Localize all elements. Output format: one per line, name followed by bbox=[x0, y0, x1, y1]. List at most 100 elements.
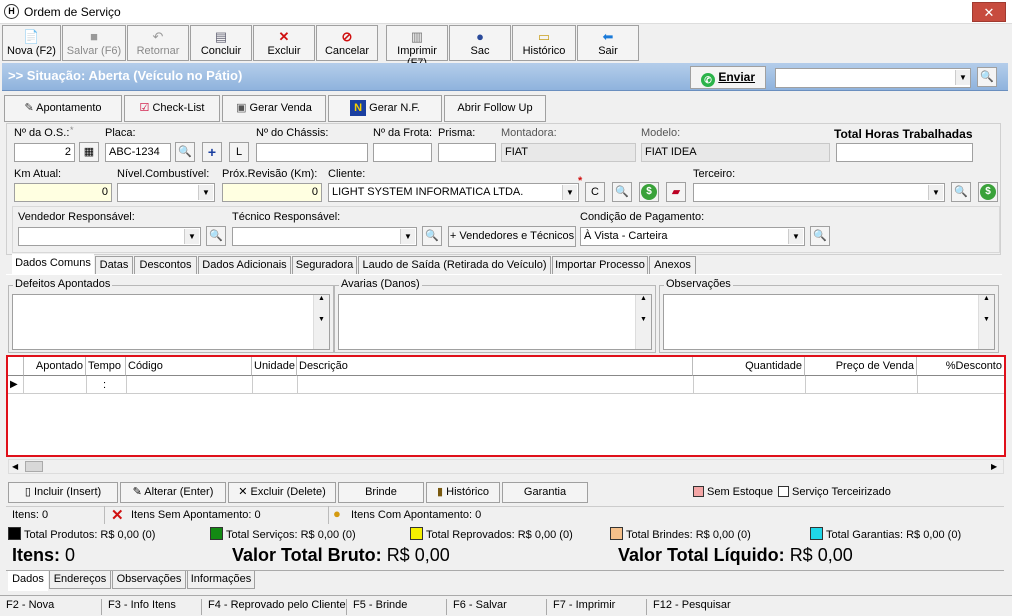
fkey-f6[interactable]: F6 - Salvar bbox=[447, 599, 547, 615]
modelo-label: Modelo: bbox=[641, 127, 681, 139]
col-tempo[interactable]: Tempo bbox=[86, 357, 126, 376]
add-plate-button[interactable]: + bbox=[202, 142, 222, 162]
nova-button[interactable]: 📄 Nova (F2) bbox=[2, 25, 61, 61]
search-icon[interactable]: 🔍 bbox=[810, 226, 830, 246]
col-preco-venda[interactable]: Preço de Venda bbox=[805, 357, 917, 376]
cell-tempo[interactable]: : bbox=[103, 379, 106, 391]
search-icon[interactable]: 🔍 bbox=[951, 182, 971, 202]
horizontal-scrollbar[interactable]: ◀ ▶ bbox=[8, 459, 1004, 474]
historico-button[interactable]: ▭ Histórico bbox=[512, 25, 576, 61]
brinde-button[interactable]: Brinde bbox=[338, 482, 424, 503]
money-icon[interactable]: $ bbox=[978, 182, 998, 202]
calendar-icon[interactable]: ▦ bbox=[79, 142, 99, 162]
tecnico-select[interactable] bbox=[232, 227, 417, 246]
search-icon[interactable]: 🔍 bbox=[977, 67, 997, 87]
scroll-left-icon[interactable]: ◀ bbox=[12, 462, 18, 471]
close-window-button[interactable]: ✕ bbox=[972, 2, 1006, 22]
car-icon[interactable]: ▰ bbox=[666, 182, 686, 202]
col-desconto[interactable]: %Desconto bbox=[917, 357, 1004, 376]
tab-importar-processo[interactable]: Importar Processo bbox=[552, 256, 648, 274]
c-button[interactable]: C bbox=[585, 182, 605, 202]
incluir-button[interactable]: ▯ Incluir (Insert) bbox=[8, 482, 118, 503]
cancel-icon: ⊘ bbox=[341, 29, 353, 44]
summary-itens-label: Itens: bbox=[12, 545, 61, 565]
salvar-button[interactable]: ■ Salvar (F6) bbox=[62, 25, 126, 61]
gerar-venda-button[interactable]: ▣ Gerar Venda bbox=[222, 95, 326, 122]
items-grid[interactable]: Apontado Tempo Código Unidade Descrição … bbox=[6, 355, 1006, 457]
prisma-field[interactable] bbox=[438, 143, 496, 162]
avarias-memo[interactable]: ▲ ▼ bbox=[338, 294, 652, 350]
send-target-select[interactable] bbox=[775, 68, 971, 88]
tab-datas[interactable]: Datas bbox=[95, 256, 133, 274]
fkey-f12[interactable]: F12 - Pesquisar bbox=[647, 599, 757, 615]
fkey-f5[interactable]: F5 - Brinde bbox=[347, 599, 447, 615]
fkey-f2[interactable]: F2 - Nova bbox=[0, 599, 102, 615]
tab-dados-comuns[interactable]: Dados Comuns bbox=[12, 254, 94, 275]
chassis-field[interactable] bbox=[256, 143, 368, 162]
search-icon[interactable]: 🔍 bbox=[612, 182, 632, 202]
terceiro-select[interactable] bbox=[693, 183, 945, 202]
alterar-button[interactable]: ✎ Alterar (Enter) bbox=[120, 482, 226, 503]
tab-informacoes[interactable]: Informações bbox=[187, 571, 255, 589]
scroll-thumb[interactable] bbox=[25, 461, 43, 472]
support-person-icon: ● bbox=[476, 29, 484, 44]
concluir-button[interactable]: ▤ Concluir bbox=[190, 25, 252, 61]
gerar-nf-button[interactable]: N Gerar N.F. bbox=[328, 95, 442, 122]
tab-anexos[interactable]: Anexos bbox=[649, 256, 696, 274]
search-icon[interactable]: 🔍 bbox=[175, 142, 195, 162]
fkey-f4[interactable]: F4 - Reprovado pelo Cliente bbox=[202, 599, 347, 615]
l-button[interactable]: L bbox=[229, 142, 249, 162]
col-codigo[interactable]: Código bbox=[126, 357, 252, 376]
col-apontado[interactable]: Apontado bbox=[24, 357, 86, 376]
fkey-f7[interactable]: F7 - Imprimir bbox=[547, 599, 647, 615]
search-icon[interactable]: 🔍 bbox=[422, 226, 442, 246]
search-icon[interactable]: 🔍 bbox=[206, 226, 226, 246]
sair-button[interactable]: ⬅ Sair bbox=[577, 25, 639, 61]
garantia-button[interactable]: Garantia bbox=[502, 482, 588, 503]
scrollbar[interactable]: ▲ ▼ bbox=[635, 295, 651, 349]
tab-seguradora[interactable]: Seguradora bbox=[292, 256, 357, 274]
condicao-select[interactable]: À Vista - Carteira bbox=[580, 227, 805, 246]
imprimir-button[interactable]: ▥ Imprimir (F7) bbox=[386, 25, 448, 69]
montadora-label: Montadora: bbox=[501, 127, 557, 139]
observacoes-memo[interactable]: ▲ ▼ bbox=[663, 294, 995, 350]
cancelar-button[interactable]: ⊘ Cancelar bbox=[316, 25, 378, 61]
km-field[interactable]: 0 bbox=[14, 183, 112, 202]
total-garantias-label: Total Garantias: R$ 0,00 (0) bbox=[826, 529, 962, 541]
cliente-select[interactable]: LIGHT SYSTEM INFORMATICA LTDA. bbox=[328, 183, 579, 202]
tab-dados[interactable]: Dados bbox=[8, 571, 48, 591]
col-descricao[interactable]: Descrição bbox=[297, 357, 693, 376]
scrollbar[interactable]: ▲ ▼ bbox=[978, 295, 994, 349]
excluir-button[interactable]: ✕ Excluir bbox=[253, 25, 315, 61]
excluir-item-button[interactable]: ✕ Excluir (Delete) bbox=[228, 482, 336, 503]
enviar-button[interactable]: ✆ Enviar bbox=[690, 66, 766, 89]
frota-field[interactable] bbox=[373, 143, 432, 162]
chevron-down-icon: ▼ bbox=[955, 70, 970, 85]
checklist-button[interactable]: ☑ Check-List bbox=[124, 95, 220, 122]
retornar-button[interactable]: ↶ Retornar bbox=[127, 25, 189, 61]
table-row[interactable]: ▶ : bbox=[8, 376, 1004, 394]
scrollbar[interactable]: ▲ ▼ bbox=[313, 295, 329, 349]
scroll-right-icon[interactable]: ▶ bbox=[991, 462, 997, 471]
placa-field[interactable]: ABC-1234 bbox=[105, 143, 171, 162]
defeitos-memo[interactable]: ▲ ▼ bbox=[12, 294, 330, 350]
revisao-field[interactable]: 0 bbox=[222, 183, 322, 202]
modelo-field: FIAT IDEA bbox=[641, 143, 830, 162]
avarias-group: Avarias (Danos) ▲ ▼ bbox=[334, 278, 656, 353]
tab-laudo-saida[interactable]: Laudo de Saída (Retirada do Veículo) bbox=[358, 256, 551, 274]
historico-item-button[interactable]: ▮ Histórico bbox=[426, 482, 500, 503]
tab-descontos[interactable]: Descontos bbox=[134, 256, 197, 274]
vendedores-tecnicos-button[interactable]: + Vendedores e Técnicos bbox=[448, 226, 576, 247]
fkey-f3[interactable]: F3 - Info Itens bbox=[102, 599, 202, 615]
col-quantidade[interactable]: Quantidade bbox=[693, 357, 805, 376]
os-num-field[interactable]: 2 bbox=[14, 143, 75, 162]
apontamento-button[interactable]: ✎ Apontamento bbox=[4, 95, 122, 122]
tab-enderecos[interactable]: Endereços bbox=[49, 571, 111, 589]
money-icon[interactable]: $ bbox=[639, 182, 659, 202]
vendedor-select[interactable] bbox=[18, 227, 201, 246]
tab-observacoes[interactable]: Observações bbox=[112, 571, 186, 589]
tab-dados-adicionais[interactable]: Dados Adicionais bbox=[198, 256, 291, 274]
sac-button[interactable]: ● Sac bbox=[449, 25, 511, 61]
col-unidade[interactable]: Unidade bbox=[252, 357, 297, 376]
follow-up-button[interactable]: Abrir Follow Up bbox=[444, 95, 546, 122]
